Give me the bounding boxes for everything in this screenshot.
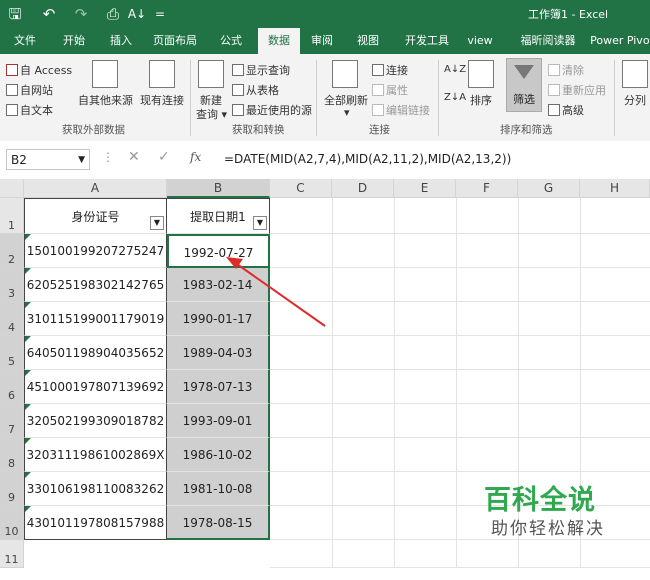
watermark-subtitle: 助你轻松解决 xyxy=(491,519,605,539)
arrow-line xyxy=(233,261,326,327)
watermark-title: 百科全说 xyxy=(484,485,596,516)
